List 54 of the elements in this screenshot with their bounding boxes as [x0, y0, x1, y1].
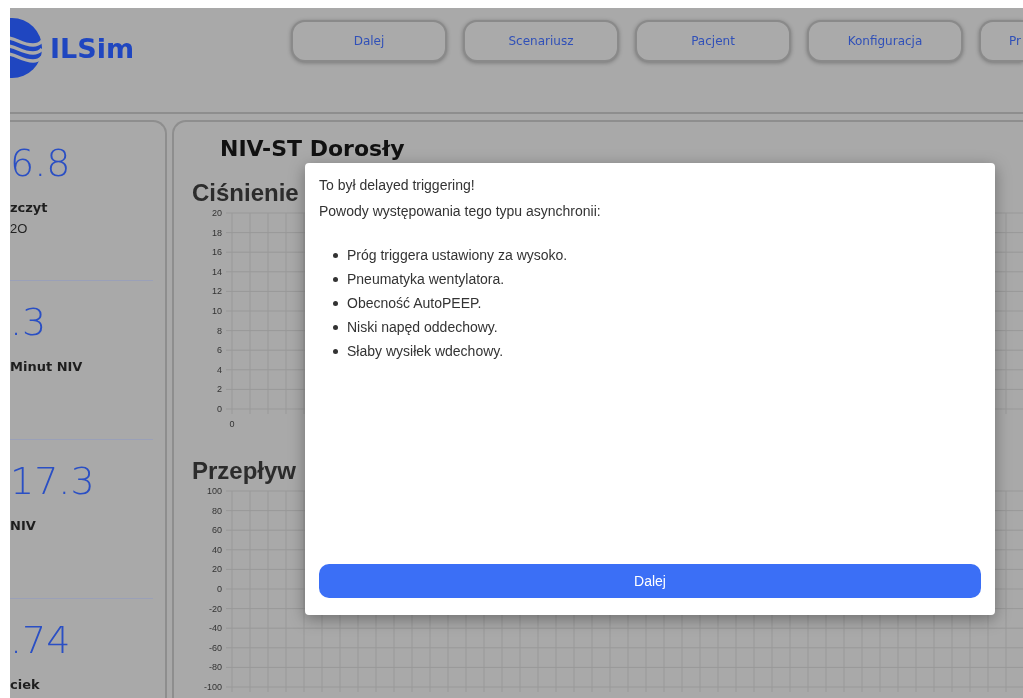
bullet-icon: [333, 348, 338, 354]
axis-tick-label: -60: [209, 642, 222, 653]
bullet-icon: [333, 324, 338, 330]
nav-button[interactable]: Pr: [979, 20, 1023, 62]
logo-text: ILSim: [50, 32, 135, 64]
dialog-text: Powody występowania tego typu asynchronii:: [319, 203, 602, 219]
nav-button[interactable]: Scenariusz: [463, 20, 619, 62]
axis-tick-label: 20: [212, 208, 222, 218]
axis-tick-label: 12: [212, 286, 222, 297]
axis-tick-label: 60: [212, 525, 222, 536]
stat-value: 6.8: [10, 140, 72, 186]
axis-tick-label: 14: [212, 266, 222, 277]
nav-button[interactable]: Konfiguracja: [807, 20, 963, 62]
dialog-heading: To był delayed triggering!: [319, 177, 476, 193]
reason-text: Niski napęd oddechowy.: [347, 319, 498, 335]
nav-button[interactable]: Dalej: [291, 20, 447, 62]
chart-title: Przepływ: [192, 457, 297, 485]
axis-tick-label: 6: [217, 345, 222, 356]
axis-tick-label: 80: [212, 505, 222, 516]
axis-tick-label: 0: [229, 419, 235, 429]
axis-tick-label: -20: [209, 603, 222, 614]
axis-tick-label: 16: [212, 247, 222, 258]
stat-label: zczyt: [10, 200, 49, 215]
bullet-icon: [333, 252, 338, 258]
axis-tick-label: -40: [209, 623, 222, 634]
axis-tick-label: -100: [204, 682, 222, 692]
next-button[interactable]: Dalej: [319, 564, 981, 598]
chart-title: Ciśnienie: [192, 179, 299, 207]
stat-value: 17.3: [10, 458, 96, 504]
reason-text: Słaby wysiłek wdechowy.: [347, 343, 504, 359]
bullet-icon: [333, 300, 338, 306]
axis-tick-label: 10: [212, 306, 222, 316]
bullet-icon: [333, 276, 338, 282]
axis-tick-label: 100: [206, 486, 222, 496]
axis-tick-label: 20: [212, 564, 222, 575]
mode-title: NIV-ST Dorosły: [220, 136, 405, 161]
axis-tick-label: 4: [217, 364, 222, 375]
reason-text: Obecność AutoPEEP.: [347, 295, 482, 311]
stat-value: .3: [10, 299, 48, 345]
axis-tick-label: 8: [217, 325, 222, 336]
stat-label: ciek: [10, 677, 41, 692]
stat-label: Minut NIV: [10, 359, 84, 374]
stat-unit: 2O: [10, 221, 29, 236]
nav-button[interactable]: Pacjent: [635, 20, 791, 62]
axis-tick-label: 18: [212, 227, 222, 238]
axis-tick-label: -80: [209, 662, 222, 673]
axis-tick-label: 2: [217, 384, 222, 395]
stat-value: .74: [10, 617, 72, 663]
stat-label: NIV: [10, 518, 37, 533]
axis-tick-label: 0: [217, 404, 222, 414]
reason-text: Pneumatyka wentylatora.: [347, 271, 505, 287]
axis-tick-label: 40: [212, 544, 222, 555]
reason-text: Próg triggera ustawiony za wysoko.: [347, 247, 568, 263]
axis-tick-label: 0: [217, 584, 222, 594]
